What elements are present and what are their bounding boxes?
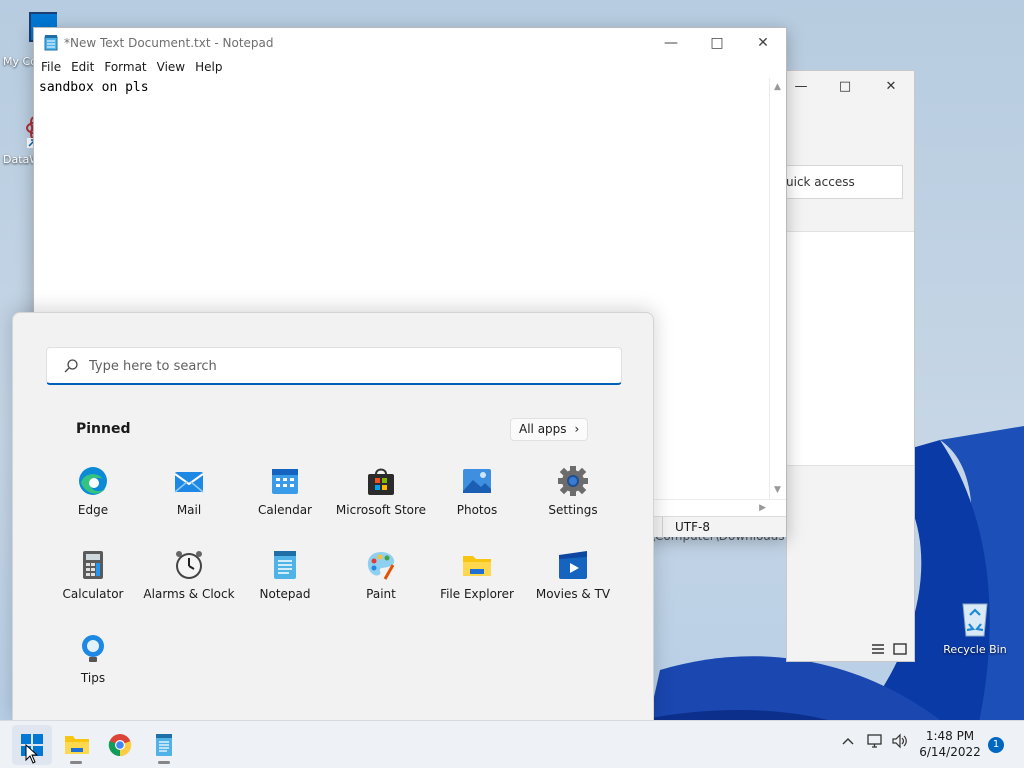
notepad-icon	[44, 35, 58, 51]
pinned-app-settings[interactable]: Settings	[525, 459, 621, 539]
desktop-icon-recycle-bin[interactable]: Recycle Bin	[940, 598, 1010, 656]
pinned-app-edge[interactable]: Edge	[45, 459, 141, 539]
mouse-cursor-icon	[25, 744, 39, 764]
pinned-app-label: Mail	[176, 503, 202, 517]
folder-icon	[463, 556, 491, 576]
pinned-app-label: Tips	[80, 671, 106, 685]
pinned-app-movies-tv[interactable]: Movies & TV	[525, 543, 621, 623]
pinned-app-mail[interactable]: Mail	[141, 459, 237, 539]
movies-icon	[559, 551, 587, 579]
pinned-app-label: Settings	[548, 503, 598, 517]
window-title: *New Text Document.txt - Notepad	[64, 36, 274, 50]
chevron-right-icon: ›	[574, 422, 580, 436]
close-button[interactable]: ✕	[740, 28, 786, 58]
running-indicator	[158, 761, 170, 764]
pinned-app-label: Calendar	[258, 503, 312, 517]
taskbar: 1:48 PM 6/14/2022 1	[0, 720, 1024, 768]
title-bar[interactable]: *New Text Document.txt - Notepad — □ ✕	[34, 28, 786, 58]
maximize-button[interactable]: □	[830, 77, 860, 97]
folder-icon	[65, 736, 89, 754]
pinned-app-label: Alarms & Clock	[143, 587, 235, 601]
pinned-app-calculator[interactable]: Calculator	[45, 543, 141, 623]
vertical-scrollbar[interactable]: ▲ ▼	[769, 78, 786, 499]
tips-icon	[82, 635, 104, 662]
close-button[interactable]: ✕	[876, 77, 906, 97]
chevron-up-icon[interactable]	[840, 733, 856, 749]
clock-icon	[176, 551, 202, 579]
scroll-right-icon[interactable]: ▶	[759, 503, 766, 513]
taskbar-notepad[interactable]	[144, 725, 184, 765]
start-menu: Pinned All apps › Edge Mail	[12, 312, 654, 722]
taskbar-file-explorer[interactable]	[56, 725, 96, 765]
desktop-icon-label: Recycle Bin	[943, 643, 1007, 656]
all-apps-button[interactable]: All apps ›	[510, 418, 589, 441]
tiles-view-icon[interactable]	[893, 643, 907, 655]
scroll-up-icon[interactable]: ▲	[774, 82, 781, 92]
notification-badge[interactable]: 1	[988, 737, 1004, 753]
pinned-app-label: Edge	[77, 503, 109, 517]
notepad-icon	[156, 734, 172, 756]
clock-date: 6/14/2022	[919, 745, 981, 759]
recycle-bin-icon	[962, 603, 988, 637]
all-apps-label: All apps	[519, 422, 567, 436]
taskbar-chrome[interactable]	[100, 725, 140, 765]
chrome-icon	[108, 734, 132, 757]
mail-icon	[174, 472, 204, 493]
scroll-down-icon[interactable]: ▼	[774, 485, 781, 495]
network-icon[interactable]	[866, 733, 884, 749]
pinned-app-label: Photos	[456, 503, 498, 517]
menu-edit[interactable]: Edit	[66, 58, 99, 78]
details-view-icon[interactable]	[871, 643, 885, 655]
pinned-app-label: Movies & TV	[535, 587, 611, 601]
clock-time: 1:48 PM	[925, 729, 975, 743]
pinned-app-label: Notepad	[259, 587, 311, 601]
pinned-app-paint[interactable]: Paint	[333, 543, 429, 623]
pinned-heading: Pinned	[76, 421, 131, 437]
gear-icon	[558, 466, 588, 496]
pinned-app-photos[interactable]: Photos	[429, 459, 525, 539]
running-indicator	[70, 761, 82, 764]
pinned-app-tips[interactable]: Tips	[45, 627, 141, 707]
menu-file[interactable]: File	[36, 58, 66, 78]
notepad-icon	[274, 551, 296, 579]
pinned-app-alarms-clock[interactable]: Alarms & Clock	[141, 543, 237, 623]
minimize-button[interactable]: —	[648, 28, 694, 58]
pinned-app-label: Paint	[366, 587, 396, 601]
calculator-icon	[83, 551, 103, 579]
volume-icon[interactable]	[891, 733, 909, 749]
menu-help[interactable]: Help	[190, 58, 227, 78]
menu-format[interactable]: Format	[99, 58, 151, 78]
store-icon	[368, 468, 394, 495]
search-icon	[64, 359, 78, 373]
quick-access-search[interactable]: uick access	[773, 165, 903, 199]
pinned-app-microsoft-store[interactable]: Microsoft Store	[333, 459, 429, 539]
file-explorer-window[interactable]: — □ ✕ uick access \Computer\Downloads	[651, 70, 915, 662]
maximize-button[interactable]: □	[694, 28, 740, 58]
calendar-icon	[272, 469, 298, 494]
pinned-app-label: File Explorer	[440, 587, 514, 601]
photos-icon	[463, 469, 491, 493]
system-clock[interactable]: 1:48 PM 6/14/2022	[915, 728, 985, 760]
pinned-app-calendar[interactable]: Calendar	[237, 459, 333, 539]
menu-bar: File Edit Format View Help	[34, 58, 786, 78]
paint-icon	[367, 552, 395, 580]
pinned-app-label: Microsoft Store	[335, 503, 427, 517]
menu-view[interactable]: View	[152, 58, 190, 78]
search-input[interactable]	[89, 356, 589, 376]
explorer-content-pane	[787, 231, 914, 466]
edge-icon	[79, 467, 107, 495]
pinned-app-file-explorer[interactable]: File Explorer	[429, 543, 525, 623]
encoding-label: UTF-8	[662, 517, 710, 538]
pinned-app-label: Calculator	[62, 587, 124, 601]
start-search-box[interactable]	[46, 347, 622, 385]
pinned-app-notepad[interactable]: Notepad	[237, 543, 333, 623]
minimize-button[interactable]: —	[786, 77, 816, 97]
